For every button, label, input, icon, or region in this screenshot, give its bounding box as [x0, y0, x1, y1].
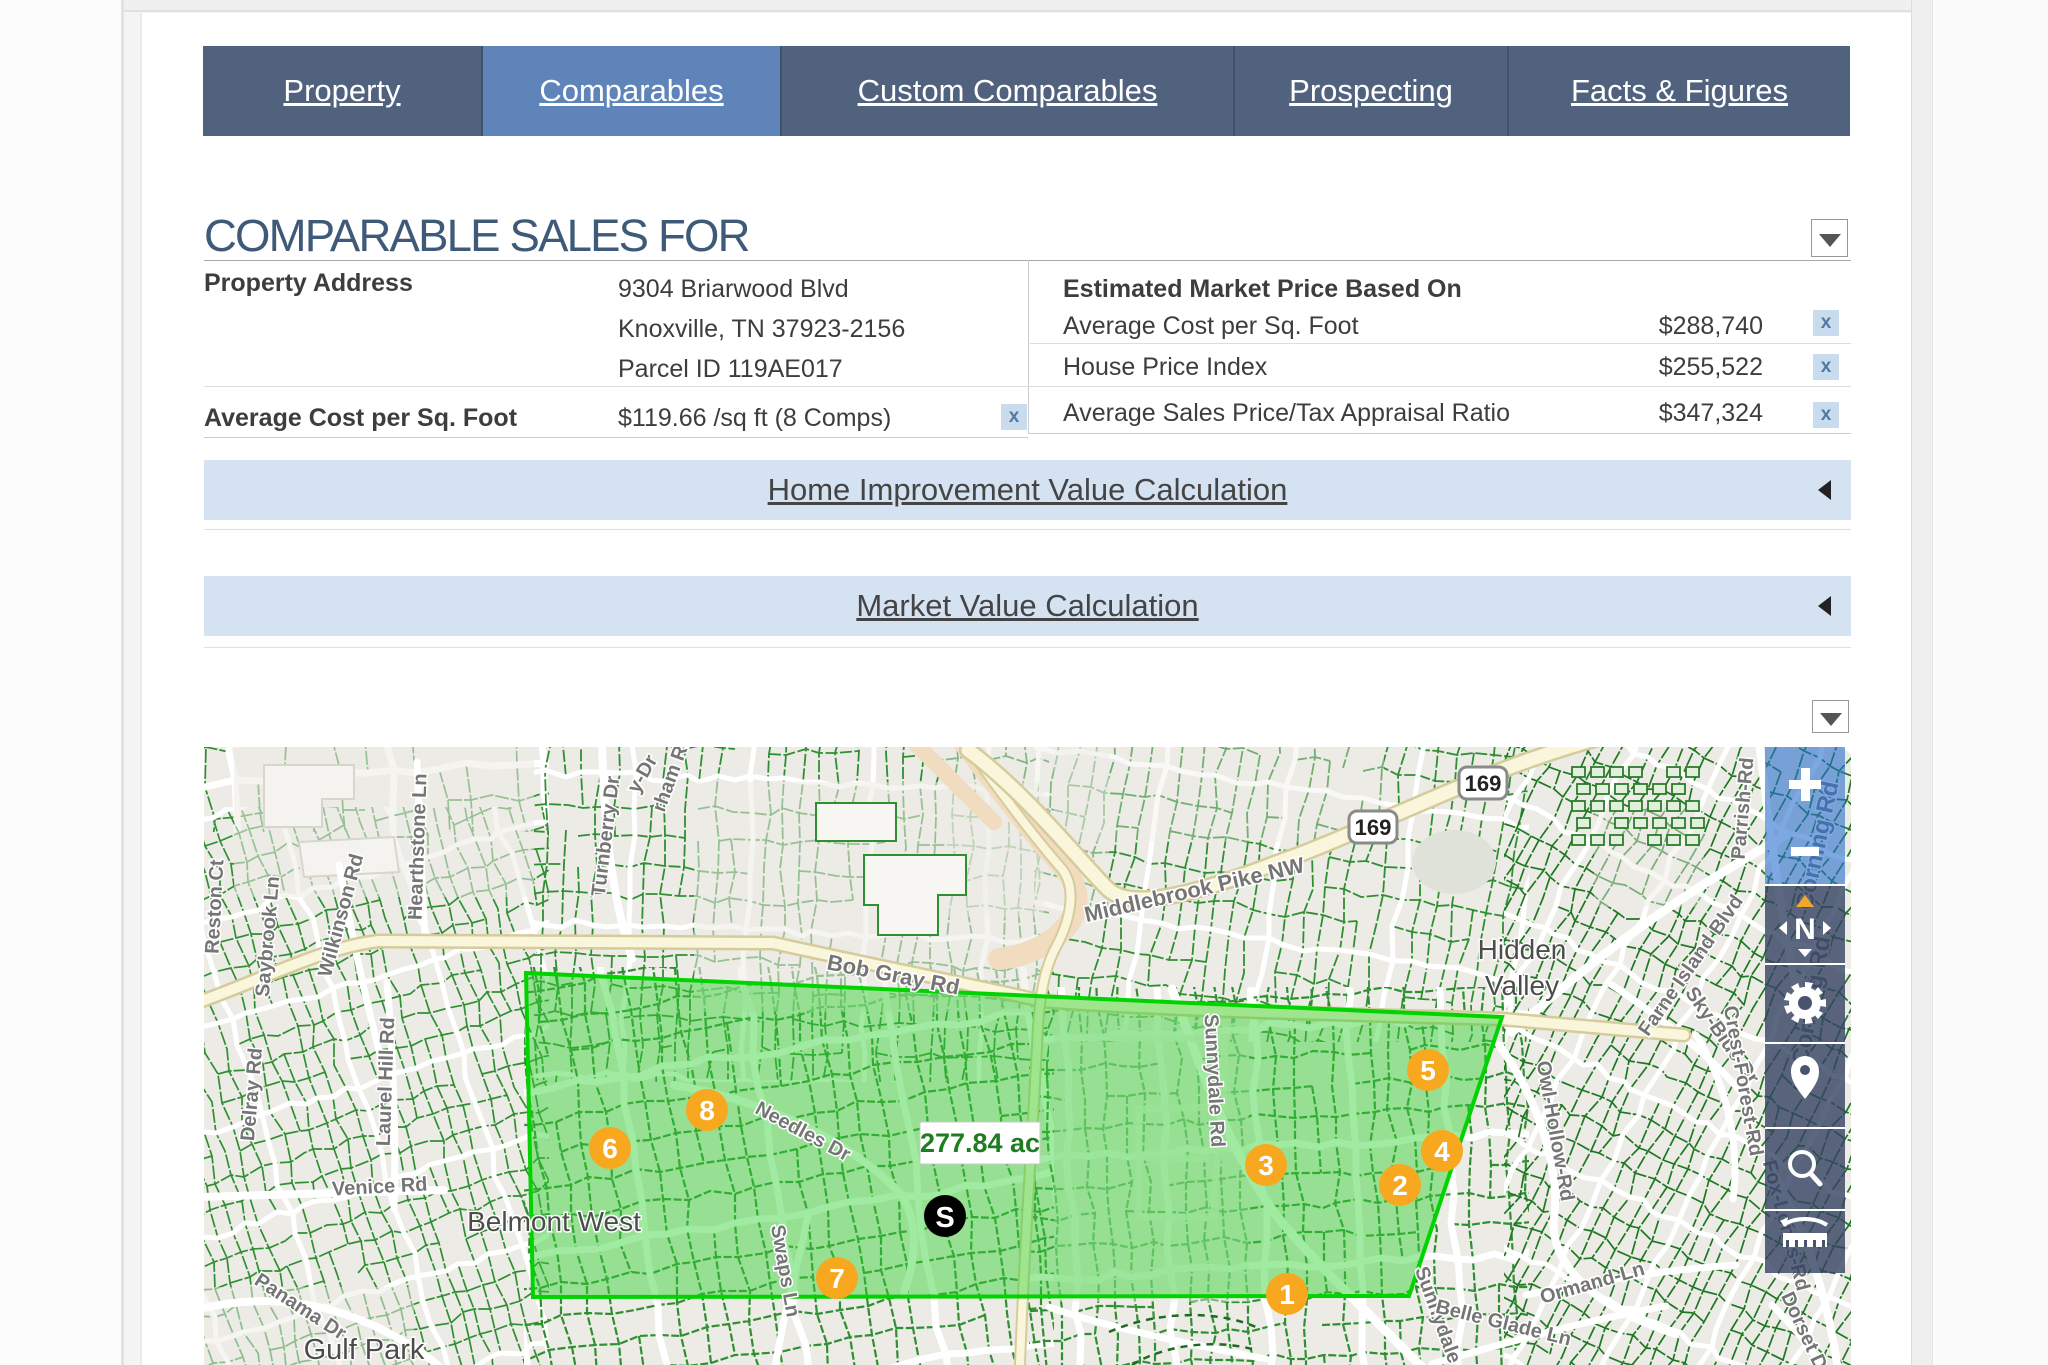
svg-text:277.84 ac: 277.84 ac [920, 1128, 1040, 1158]
svg-text:169: 169 [1355, 815, 1392, 840]
svg-text:4: 4 [1434, 1136, 1450, 1167]
svg-text:Belmont West: Belmont West [467, 1206, 641, 1237]
svg-text:6: 6 [602, 1133, 618, 1164]
svg-text:Valley: Valley [1485, 970, 1559, 1001]
svg-text:8: 8 [699, 1095, 715, 1126]
svg-text:2: 2 [1392, 1170, 1408, 1201]
svg-text:Gulf Park: Gulf Park [304, 1334, 425, 1365]
svg-text:Hidden: Hidden [1478, 934, 1567, 965]
svg-text:1: 1 [1279, 1279, 1295, 1310]
svg-text:3: 3 [1258, 1150, 1274, 1181]
svg-text:N: N [1794, 913, 1816, 946]
svg-text:S: S [935, 1202, 954, 1234]
svg-text:169: 169 [1465, 771, 1502, 796]
svg-text:5: 5 [1420, 1055, 1436, 1086]
svg-text:7: 7 [829, 1263, 845, 1294]
svg-text:Laurel Hill Rd: Laurel Hill Rd [373, 1017, 399, 1147]
